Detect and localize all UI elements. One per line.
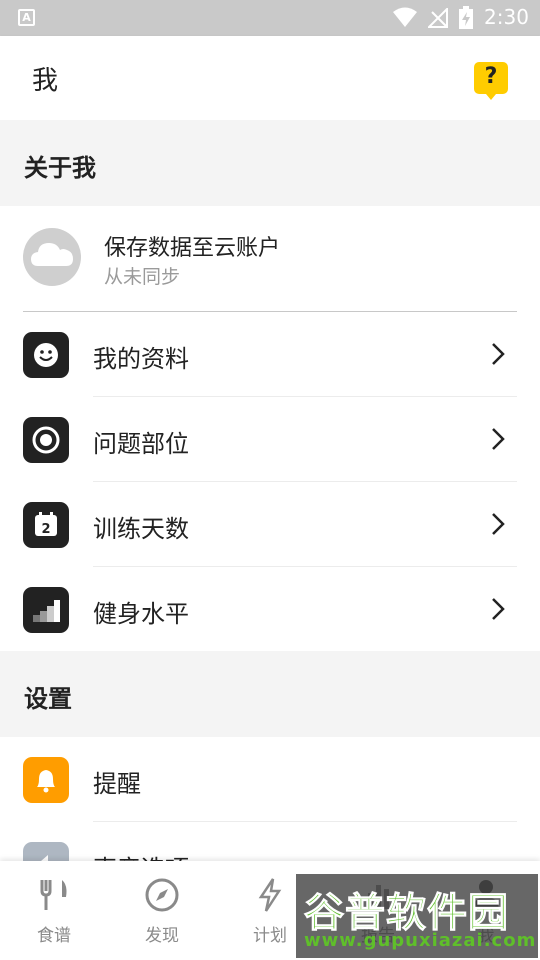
app-bar: 我 ? [0,36,540,120]
cloud-avatar [23,228,81,286]
section-title: 设置 [24,685,72,713]
settings-card: 提醒 声音选项 [0,737,540,861]
row-fitness-level[interactable]: 健身水平 [0,567,540,652]
wifi-icon [393,7,417,27]
battery-charging-icon [459,6,473,29]
bell-icon [37,770,55,793]
icon-tile [23,417,69,463]
section-header-about: 关于我 [0,120,540,206]
chevron-right-icon [492,513,505,535]
nav-discover[interactable]: 发现 [108,861,216,960]
cloud-title: 保存数据至云账户 [104,236,281,261]
nav-label: 食谱 [37,926,71,946]
row-label: 训练天数 [93,515,189,543]
fork-knife-icon [40,880,67,910]
row-label: 我的资料 [93,345,189,373]
row-label: 问题部位 [93,430,189,458]
icon-tile [23,842,69,861]
section-header-settings: 设置 [0,651,540,737]
stairs-icon [33,600,60,622]
icon-tile [23,587,69,633]
help-button[interactable]: ? [474,62,508,100]
icon-tile [23,332,69,378]
icon-tile [23,757,69,803]
about-card: 保存数据至云账户 从未同步 我的资料 问题部位 2 训练天数 健身水平 [0,206,540,651]
row-training-days[interactable]: 2 训练天数 [0,482,540,567]
nav-label: 发现 [145,926,179,946]
icon-tile: 2 [23,502,69,548]
cloud-subtitle: 从未同步 [104,266,181,288]
notification-icon: A [18,9,35,26]
lightning-icon [258,878,282,912]
chevron-right-icon [492,598,505,620]
calendar-icon: 2 [35,512,57,537]
compass-icon [145,878,179,912]
row-label: 声音选项 [93,849,189,861]
calendar-badge: 2 [41,522,50,537]
row-sound-options[interactable]: 声音选项 [0,822,540,861]
no-signal-icon [428,8,448,28]
row-label: 提醒 [93,770,141,798]
watermark: 谷普软件园 www.gupuxiazai.com [296,874,538,958]
row-my-profile[interactable]: 我的资料 [0,312,540,397]
status-bar: A 2:30 [0,0,540,36]
cloud-icon [31,243,73,266]
watermark-url: www.gupuxiazai.com [304,930,537,951]
section-title: 关于我 [24,154,96,182]
row-problem-areas[interactable]: 问题部位 [0,397,540,482]
cloud-sync-row[interactable]: 保存数据至云账户 从未同步 [0,206,540,310]
nav-recipes[interactable]: 食谱 [0,861,108,960]
smile-icon [34,343,58,367]
page-title: 我 [32,66,59,96]
row-label: 健身水平 [93,600,189,628]
chevron-right-icon [492,428,505,450]
speaker-icon [36,855,48,861]
row-reminder[interactable]: 提醒 [0,737,540,822]
status-time: 2:30 [484,5,529,29]
target-icon [32,426,60,454]
chevron-right-icon [492,343,505,365]
